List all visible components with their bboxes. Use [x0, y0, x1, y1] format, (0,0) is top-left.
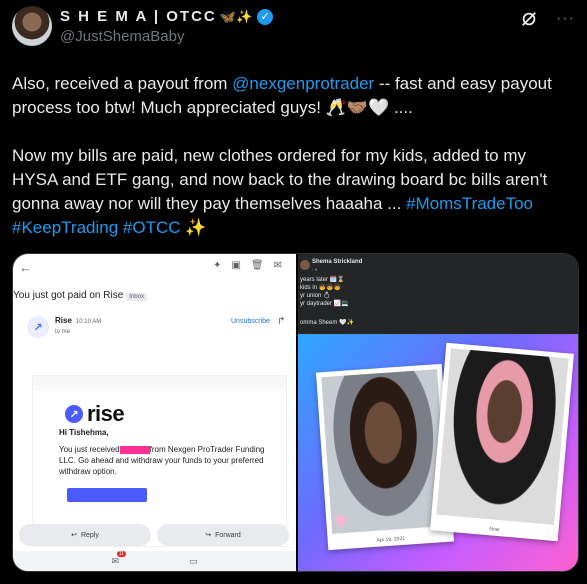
hashtag-link[interactable]: #OTCC	[123, 218, 181, 237]
forward-arrow-icon: ↪	[205, 532, 212, 539]
author-name-row[interactable]: S H E M A | OTCC 🦋✨ ✓	[60, 8, 274, 25]
to-me: to me	[55, 329, 71, 335]
mail-bottom-nav: ✉ 11 ▭	[13, 550, 296, 571]
verified-badge-icon: ✓	[257, 8, 274, 25]
tweet-header: S H E M A | OTCC 🦋✨ ✓ @JustShemaBaby ···	[12, 6, 575, 50]
social-lines: years later 🗓️⌛ kids in 🧒🧒🧒 yr union 💍 y…	[300, 276, 349, 308]
photo-now-image	[436, 348, 569, 525]
display-name[interactable]: S H E M A | OTCC	[60, 8, 217, 25]
inbox-chip: Inbox	[126, 293, 147, 301]
sender-avatar-icon: ↗	[27, 316, 49, 338]
name-emoji: 🦋✨	[219, 8, 253, 24]
archive-icon: ▣	[231, 260, 241, 271]
grok-icon[interactable]	[520, 10, 538, 28]
rise-logo: ↗ rise	[65, 401, 125, 427]
sender-time: 10:10 AM	[75, 319, 102, 325]
email-screenshot[interactable]: ← ✦ ▣ 🗑 ✉ You just got paid on Rise Inbox…	[13, 254, 296, 571]
mention-link[interactable]: @nexgenprotrader	[232, 74, 374, 93]
mail-action-bar: ↩ Reply ↪ Forward	[19, 524, 289, 546]
social-line: kids in 🧒🧒🧒	[300, 285, 342, 291]
social-line: yr union 💍	[300, 293, 331, 299]
social-caption: omma Sheem 🤍✨	[300, 320, 354, 326]
email-body: You just received from Nexgen ProTrader F…	[59, 444, 269, 477]
mail-subject-text: You just got paid on Rise	[13, 290, 124, 301]
social-line: years later 🗓️⌛	[300, 277, 345, 283]
more-icon[interactable]: ···	[556, 10, 575, 28]
hashtag-link[interactable]: #KeepTrading	[12, 218, 118, 237]
handle[interactable]: @JustShemaBaby	[60, 28, 184, 45]
header-actions: ···	[520, 10, 575, 28]
media-grid: ← ✦ ▣ 🗑 ✉ You just got paid on Rise Inbox…	[12, 253, 579, 572]
mail-card-header	[33, 376, 286, 390]
sender-label: Rise	[55, 316, 72, 325]
mail-toolbar: ← ✦ ▣ 🗑 ✉	[13, 260, 296, 278]
cta-button	[67, 488, 147, 502]
sparkle-icon: ✦	[213, 260, 222, 271]
sender-name: Rise 10:10 AM	[55, 316, 101, 325]
reply-arrow-icon: ↩	[71, 532, 77, 539]
greeting: Hi Tishehma,	[59, 428, 109, 437]
mail-nav-icon: ✉ 11	[111, 550, 127, 566]
reply-button: ↩ Reply	[19, 524, 151, 546]
unsubscribe-link: Unsubscribe	[231, 318, 270, 325]
reply-icon: ↱	[277, 316, 286, 327]
social-meta: · ◐	[312, 267, 319, 273]
heart-icon: ♥	[334, 508, 348, 533]
social-avatar	[300, 260, 310, 270]
rise-logo-icon: ↗	[65, 405, 83, 423]
mail-toolbar-icons: ✦ ▣ 🗑 ✉	[213, 260, 282, 271]
meet-icon: ▭	[189, 555, 198, 566]
back-arrow-icon: ←	[19, 260, 32, 275]
social-screenshot[interactable]: Shema Strickland · ◐ years later 🗓️⌛ kid…	[298, 254, 578, 571]
forward-label: Forward	[215, 531, 241, 539]
unread-badge: 11	[116, 550, 127, 557]
mail-subject: You just got paid on Rise Inbox	[13, 290, 147, 301]
forward-button: ↪ Forward	[157, 524, 289, 546]
tweet-text: Also, received a payout from @nexgenprot…	[12, 72, 575, 240]
email-body-start: You just received	[59, 445, 120, 454]
sparkle-emoji: ✨	[180, 218, 207, 237]
rise-logo-word: rise	[87, 401, 125, 426]
mail-icon: ✉	[273, 260, 282, 271]
social-line: yr daytrader 📈💻	[300, 301, 349, 307]
p1-text: Also, received a payout from	[12, 74, 233, 93]
trash-icon: 🗑	[250, 260, 264, 271]
photo-now: Now	[430, 342, 574, 542]
mail-card: ↗ rise Hi Tishehma, You just received fro…	[33, 376, 286, 546]
social-post-header: Shema Strickland · ◐ years later 🗓️⌛ kid…	[298, 254, 578, 334]
hashtag-link[interactable]: #MomsTradeToo	[406, 194, 533, 213]
avatar[interactable]	[12, 6, 52, 46]
reply-label: Reply	[80, 531, 99, 539]
redaction	[119, 445, 150, 454]
social-name: Shema Strickland	[312, 259, 363, 265]
